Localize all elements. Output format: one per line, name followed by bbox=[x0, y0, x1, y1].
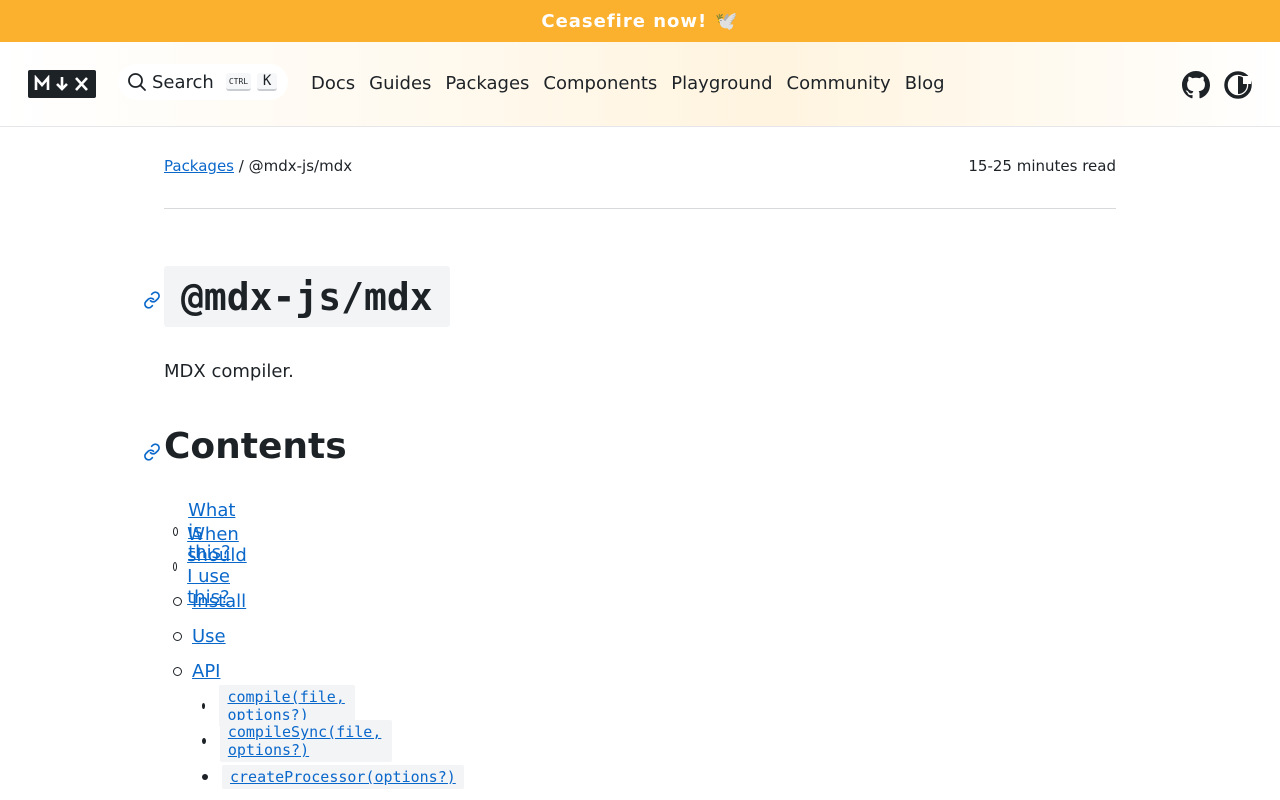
bullet-circle bbox=[173, 631, 182, 641]
github-icon[interactable] bbox=[1181, 70, 1211, 100]
bullet-circle bbox=[173, 526, 179, 536]
breadcrumb-packages-link[interactable]: Packages bbox=[164, 157, 234, 175]
toc-item: API bbox=[164, 656, 220, 686]
kbd-ctrl: CTRL bbox=[225, 73, 252, 91]
breadcrumb: Packages / @mdx-js/mdx bbox=[164, 157, 352, 175]
dove-icon: 🕊️ bbox=[715, 10, 739, 32]
kbd-k: K bbox=[257, 73, 278, 91]
toc-link-compile[interactable]: compile(file, options?) bbox=[227, 688, 344, 724]
page-title: @mdx-js/mdx bbox=[164, 266, 450, 327]
bullet-disc bbox=[202, 703, 206, 709]
bullet-circle bbox=[173, 596, 182, 606]
bullet-disc bbox=[202, 774, 208, 780]
toc-link-api[interactable]: API bbox=[192, 661, 220, 682]
nav-guides[interactable]: Guides bbox=[369, 72, 431, 96]
breadcrumb-current: @mdx-js/mdx bbox=[248, 157, 353, 175]
toc-subitem: compileSync(file, options?) bbox=[164, 720, 392, 762]
toc-item: Install bbox=[164, 586, 246, 616]
breadcrumb-separator: / bbox=[238, 157, 244, 175]
toc-item: Use bbox=[164, 621, 226, 651]
search-button[interactable]: Search CTRL K bbox=[118, 64, 288, 100]
toc-item: When should I use this? bbox=[164, 524, 252, 608]
toc-link-compile-sync[interactable]: compileSync(file, options?) bbox=[228, 723, 382, 759]
page-description: MDX compiler. bbox=[164, 361, 294, 382]
toc-subitem: compile(file, options?) bbox=[164, 685, 356, 727]
nav-components[interactable]: Components bbox=[543, 72, 657, 96]
contents-heading: Contents bbox=[164, 426, 347, 467]
toc-link-use[interactable]: Use bbox=[192, 626, 226, 647]
toc-link-create-processor[interactable]: createProcessor(options?) bbox=[230, 768, 456, 786]
bullet-circle bbox=[173, 666, 182, 676]
nav-docs[interactable]: Docs bbox=[311, 72, 355, 96]
search-label: Search bbox=[152, 71, 214, 93]
mdx-logo[interactable] bbox=[28, 70, 96, 98]
site-header: Search CTRL K Docs Guides Packages Compo… bbox=[0, 42, 1280, 127]
toc-subitem: createProcessor(options?) bbox=[164, 763, 464, 791]
theme-toggle-icon[interactable] bbox=[1223, 70, 1253, 100]
mdx-logo-icon bbox=[34, 75, 88, 91]
nav-playground[interactable]: Playground bbox=[671, 72, 772, 96]
nav-community[interactable]: Community bbox=[787, 72, 891, 96]
bullet-circle bbox=[173, 561, 178, 571]
title-anchor-link-icon[interactable] bbox=[143, 291, 161, 309]
nav-blog[interactable]: Blog bbox=[905, 72, 945, 96]
read-time: 15-25 minutes read bbox=[968, 157, 1116, 175]
bullet-disc bbox=[202, 738, 206, 744]
header-divider bbox=[164, 208, 1116, 209]
toc-link-install[interactable]: Install bbox=[192, 591, 246, 612]
main-nav: Docs Guides Packages Components Playgrou… bbox=[311, 72, 945, 96]
nav-packages[interactable]: Packages bbox=[445, 72, 529, 96]
contents-anchor-link-icon[interactable] bbox=[143, 443, 161, 461]
banner-text: Ceasefire now! bbox=[541, 10, 708, 32]
announcement-banner: Ceasefire now! 🕊️ bbox=[0, 0, 1280, 42]
search-icon bbox=[126, 71, 148, 93]
